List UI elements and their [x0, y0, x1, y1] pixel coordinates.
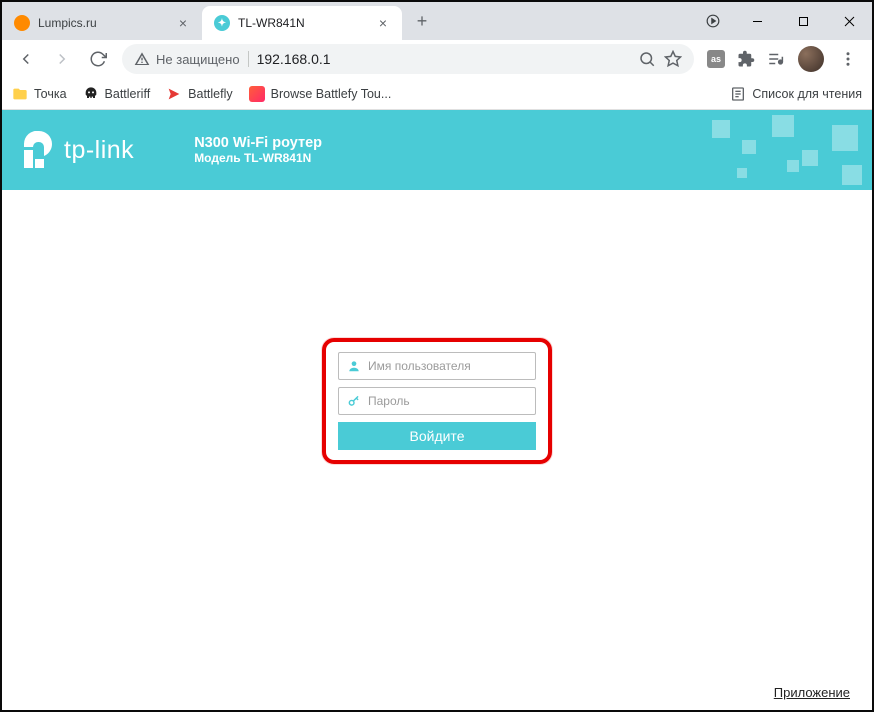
login-button[interactable]: Войдите: [338, 422, 536, 450]
minimize-button[interactable]: [734, 4, 780, 38]
new-tab-button[interactable]: +: [408, 7, 436, 35]
extensions: as: [702, 45, 790, 73]
username-input[interactable]: [368, 359, 527, 373]
divider: [248, 51, 249, 67]
menu-button[interactable]: [832, 43, 864, 75]
tplink-favicon-icon: ✦: [214, 15, 230, 31]
lumpics-favicon-icon: [14, 15, 30, 31]
model-subtitle: Модель TL-WR841N: [194, 151, 322, 165]
brand-text: tp-link: [64, 136, 134, 165]
username-field-wrapper: [338, 352, 536, 380]
bookmark-battlefy[interactable]: Browse Battlefy Tou...: [249, 86, 392, 102]
app-link[interactable]: Приложение: [774, 685, 850, 700]
reload-button[interactable]: [82, 43, 114, 75]
browser-chrome: Lumpics.ru × ✦ TL-WR841N × +: [2, 2, 872, 110]
tplink-logo-icon: [22, 131, 56, 169]
reading-list-label: Список для чтения: [752, 87, 862, 101]
model-info: N300 Wi-Fi роутер Модель TL-WR841N: [194, 135, 322, 165]
page-content: tp-link N300 Wi-Fi роутер Модель TL-WR84…: [2, 110, 872, 710]
arrow-icon: [166, 86, 182, 102]
folder-icon: [12, 86, 28, 102]
extension-lastfm-icon[interactable]: as: [702, 45, 730, 73]
zoom-icon[interactable]: [638, 50, 656, 68]
warning-icon: [134, 51, 150, 67]
tplink-logo: tp-link: [22, 131, 134, 169]
tabs-row: Lumpics.ru × ✦ TL-WR841N × +: [2, 2, 872, 40]
header-decoration-icon: [692, 110, 872, 190]
bookmarks-bar: Точка Battleriff Battlefly Browse Battle…: [2, 78, 872, 110]
bookmark-tochka[interactable]: Точка: [12, 86, 67, 102]
model-title: N300 Wi-Fi роутер: [194, 135, 322, 151]
back-button[interactable]: [10, 43, 42, 75]
battlefy-icon: [249, 86, 265, 102]
skull-icon: [83, 86, 99, 102]
bookmark-label: Battleriff: [105, 87, 151, 101]
star-icon[interactable]: [664, 50, 682, 68]
insecure-warning[interactable]: Не защищено: [134, 51, 240, 67]
extensions-puzzle-icon[interactable]: [732, 45, 760, 73]
close-window-button[interactable]: [826, 4, 872, 38]
bookmark-label: Browse Battlefy Tou...: [271, 87, 392, 101]
profile-avatar[interactable]: [798, 46, 824, 72]
bookmark-label: Точка: [34, 87, 67, 101]
media-playing-icon[interactable]: [704, 12, 722, 30]
maximize-button[interactable]: [780, 4, 826, 38]
password-field-wrapper: [338, 387, 536, 415]
tplink-header: tp-link N300 Wi-Fi роутер Модель TL-WR84…: [2, 110, 872, 190]
window-controls: [734, 4, 872, 38]
tab-tlwr841n[interactable]: ✦ TL-WR841N ×: [202, 6, 402, 40]
playlist-icon[interactable]: [762, 45, 790, 73]
tab-title: TL-WR841N: [238, 16, 368, 30]
login-form-highlight: Войдите: [322, 338, 552, 464]
login-area: Войдите: [2, 190, 872, 464]
bookmark-label: Battlefly: [188, 87, 232, 101]
forward-button[interactable]: [46, 43, 78, 75]
insecure-label: Не защищено: [156, 52, 240, 67]
key-icon: [347, 394, 361, 408]
address-row: Не защищено 192.168.0.1 as: [2, 40, 872, 78]
address-bar[interactable]: Не защищено 192.168.0.1: [122, 44, 694, 74]
tab-title: Lumpics.ru: [38, 16, 168, 30]
bookmark-battleriff[interactable]: Battleriff: [83, 86, 151, 102]
user-icon: [347, 359, 361, 373]
password-input[interactable]: [368, 394, 527, 408]
bookmark-battlefly[interactable]: Battlefly: [166, 86, 232, 102]
close-icon[interactable]: ×: [376, 16, 390, 30]
url-text: 192.168.0.1: [257, 51, 630, 67]
close-icon[interactable]: ×: [176, 16, 190, 30]
reading-list-icon: [730, 86, 746, 102]
tab-lumpics[interactable]: Lumpics.ru ×: [2, 6, 202, 40]
reading-list-button[interactable]: Список для чтения: [730, 86, 862, 102]
